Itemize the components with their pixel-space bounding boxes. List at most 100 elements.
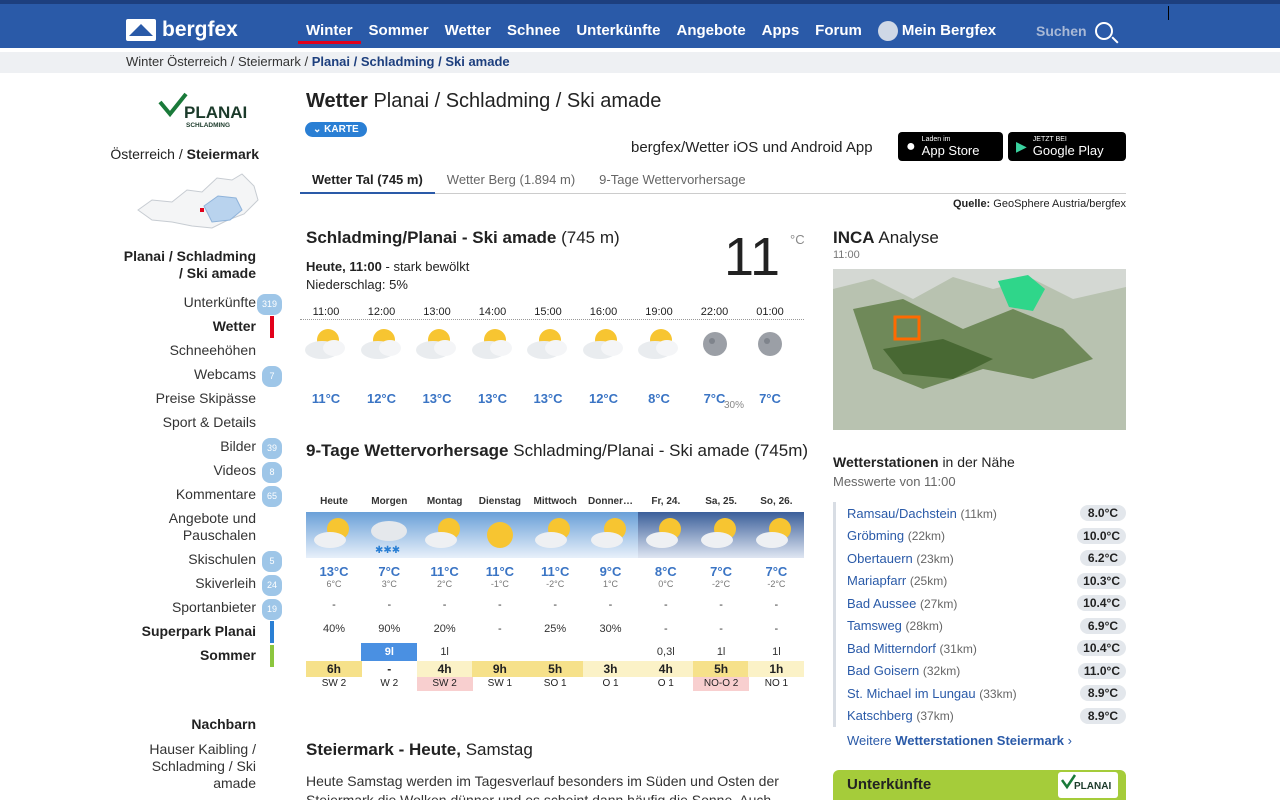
sidebar-item-skiverleih[interactable]: Skiverleih 24 — [100, 575, 284, 596]
tab-9-tage[interactable]: 9-Tage Wettervorhersage — [587, 172, 757, 193]
nav-mein-bergfex[interactable]: Mein Bergfex — [870, 18, 1004, 44]
hourly-time: 11:00 — [312, 306, 340, 318]
region-state[interactable]: Steiermark — [187, 146, 259, 162]
station-name[interactable]: Bad Aussee — [847, 596, 916, 611]
station-row[interactable]: Bad Mitterndorf (31km) 10.4°C — [836, 637, 1126, 660]
tab-wetter-berg[interactable]: Wetter Berg (1.894 m) — [435, 172, 587, 193]
forecast-day[interactable]: So, 26. 7°C -2°C - - 1l 1h NO 1 — [748, 496, 805, 691]
sidebar-item-skischulen[interactable]: Skischulen 5 — [100, 551, 284, 572]
forecast-high: 11°C — [485, 564, 515, 579]
sidebar-item-unterkuenfte[interactable]: Unterkünfte 319 — [100, 294, 284, 315]
forecast-day[interactable]: Mittwoch 11°C -2°C - 25% 5h SO 1 — [527, 496, 584, 691]
sidebar-item-schneehoehen[interactable]: Schneehöhen — [100, 342, 284, 359]
station-name[interactable]: St. Michael im Lungau — [847, 686, 976, 701]
bergfex-logo[interactable]: bergfex — [126, 18, 238, 42]
hourly-time: 14:00 — [478, 306, 507, 318]
sidebar-item-angebote[interactable]: Angebote und Pauschalen — [100, 510, 284, 544]
inca-radar-map[interactable] — [833, 269, 1126, 430]
forecast-day-label: So, 26. — [760, 496, 793, 507]
unterkuenfte-title: Unterkünfte — [847, 776, 932, 793]
station-name[interactable]: Tamsweg — [847, 618, 902, 633]
station-name[interactable]: Bad Goisern — [847, 663, 919, 678]
breadcrumb-steiermark[interactable]: Steiermark — [238, 54, 301, 69]
sidebar-item-kommentare[interactable]: Kommentare 65 — [100, 486, 284, 507]
nav-schnee[interactable]: Schnee — [499, 18, 568, 44]
station-name[interactable]: Ramsau/Dachstein — [847, 506, 957, 521]
austria-map[interactable] — [132, 170, 262, 234]
planai-logo[interactable]: PLANAI SCHLADMING — [156, 92, 260, 130]
neighbor-link[interactable]: Hauser Kaibling / Schladming / Ski amade — [100, 741, 284, 792]
sidebar-item-sportanbieter[interactable]: Sportanbieter 19 — [100, 599, 284, 620]
sidebar-item-sport[interactable]: Sport & Details — [100, 414, 284, 431]
sidebar-resort-title[interactable]: Planai / Schladming / Ski amade — [100, 248, 284, 282]
station-name[interactable]: Obertauern — [847, 551, 913, 566]
forecast-precip-amount: - — [774, 599, 779, 611]
forecast-day[interactable]: Morgen ✱✱✱ 7°C 3°C -90% 9l - W 2 — [361, 496, 418, 691]
temperature-unit: °C — [790, 232, 805, 247]
sidebar-item-sommer[interactable]: Sommer — [100, 645, 284, 667]
station-row[interactable]: Gröbming (22km) 10.0°C — [836, 525, 1126, 548]
forecast-high: 11°C — [430, 564, 459, 579]
app-store-small: Laden im — [921, 135, 951, 143]
forecast-high: 7°C — [378, 564, 401, 579]
forecast-day[interactable]: Heute 13°C 6°C - 40% 6h SW 2 — [306, 496, 362, 691]
sidebar-item-preise[interactable]: Preise Skipässe — [100, 390, 284, 407]
station-row[interactable]: Ramsau/Dachstein (11km) 8.0°C — [836, 502, 1126, 525]
nav-wetter[interactable]: Wetter — [437, 18, 499, 44]
steiermark-text: Heute Samstag werden im Tagesverlauf bes… — [306, 773, 779, 800]
nav-unterkuenfte[interactable]: Unterkünfte — [568, 18, 668, 44]
sidebar-item-videos[interactable]: Videos 8 — [100, 462, 284, 483]
station-name[interactable]: Mariapfarr — [847, 573, 906, 588]
breadcrumb-winter[interactable]: Winter Österreich — [126, 54, 227, 69]
breadcrumb-current[interactable]: Planai / Schladming / Ski amade — [312, 54, 510, 69]
weather-stations-list: Ramsau/Dachstein (11km) 8.0°C Gröbming (22… — [833, 502, 1126, 727]
forecast-sunshine: 5h — [527, 661, 584, 677]
forecast-sunshine: 1h — [748, 661, 805, 677]
partly-cloudy-icon — [590, 518, 626, 548]
sidebar-item-label: Skiverleih — [195, 575, 256, 591]
sidebar-item-wetter[interactable]: Wetter — [100, 316, 284, 338]
nav-sommer[interactable]: Sommer — [361, 18, 437, 44]
forecast-precip-chance: - — [719, 623, 723, 635]
unterkuenfte-box[interactable]: Unterkünfte PLANAI — [833, 770, 1126, 800]
forecast-day[interactable]: Donner… 9°C 1°C - 30% 3h O 1 — [582, 496, 639, 691]
tab-wetter-tal[interactable]: Wetter Tal (745 m) — [300, 172, 435, 194]
forecast-day[interactable]: Montag 11°C 2°C - 20% 1l 4h SW 2 — [416, 496, 473, 691]
station-row[interactable]: Tamsweg (28km) 6.9°C — [836, 615, 1126, 638]
forecast-title-bold: 9-Tage Wettervorhersage — [306, 441, 509, 460]
station-temperature: 8.9°C — [1080, 707, 1126, 724]
chevron-right-icon: › — [1067, 733, 1072, 748]
station-name[interactable]: Katschberg — [847, 708, 913, 723]
station-row[interactable]: Obertauern (23km) 6.2°C — [836, 547, 1126, 570]
forecast-day[interactable]: Sa, 25. 7°C -2°C - - 1l 5h NO-O 2 — [693, 496, 750, 691]
station-row[interactable]: Mariapfarr (25km) 10.3°C — [836, 570, 1126, 593]
stations-title: Wetterstationen in der Nähe — [833, 454, 1015, 470]
sidebar-item-superpark[interactable]: Superpark Planai — [100, 621, 284, 643]
nav-winter[interactable]: Winter — [298, 18, 361, 44]
forecast-day[interactable]: Fr, 24. 8°C 0°C - - 0,3l 4h O 1 — [637, 496, 694, 691]
nav-forum[interactable]: Forum — [807, 18, 870, 44]
more-stations-link[interactable]: Weitere Wetterstationen Steiermark › — [847, 733, 1072, 748]
forecast-low: 6°C — [326, 579, 342, 589]
station-name[interactable]: Gröbming — [847, 528, 904, 543]
google-play-button[interactable]: ▶ JETZT BEI Google Play — [1008, 132, 1126, 161]
app-store-button[interactable]: ● Laden im App Store — [898, 132, 1003, 161]
karte-button[interactable]: ⌄ KARTE — [305, 122, 367, 137]
forecast-high: 7°C — [710, 564, 732, 579]
forecast-day[interactable]: Dienstag 11°C -1°C - - 9h SW 1 — [471, 496, 528, 691]
nav-apps[interactable]: Apps — [754, 18, 808, 44]
partly-cloudy-icon — [314, 518, 349, 548]
forecast-wind: SW 1 — [487, 678, 513, 689]
sidebar-item-webcams[interactable]: Webcams 7 — [100, 366, 284, 387]
page-title-rest: Planai / Schladming / Ski amade — [373, 90, 662, 112]
station-row[interactable]: Katschberg (37km) 8.9°C — [836, 705, 1126, 728]
region-country[interactable]: Österreich — [110, 146, 175, 162]
station-row[interactable]: St. Michael im Lungau (33km) 8.9°C — [836, 682, 1126, 705]
inca-title-bold: INCA — [833, 228, 875, 247]
search-button[interactable]: Suchen — [1036, 22, 1113, 40]
nav-angebote[interactable]: Angebote — [669, 18, 754, 44]
station-row[interactable]: Bad Goisern (32km) 11.0°C — [836, 660, 1126, 683]
station-row[interactable]: Bad Aussee (27km) 10.4°C — [836, 592, 1126, 615]
sidebar-item-bilder[interactable]: Bilder 39 — [100, 438, 284, 459]
station-name[interactable]: Bad Mitterndorf — [847, 641, 936, 656]
